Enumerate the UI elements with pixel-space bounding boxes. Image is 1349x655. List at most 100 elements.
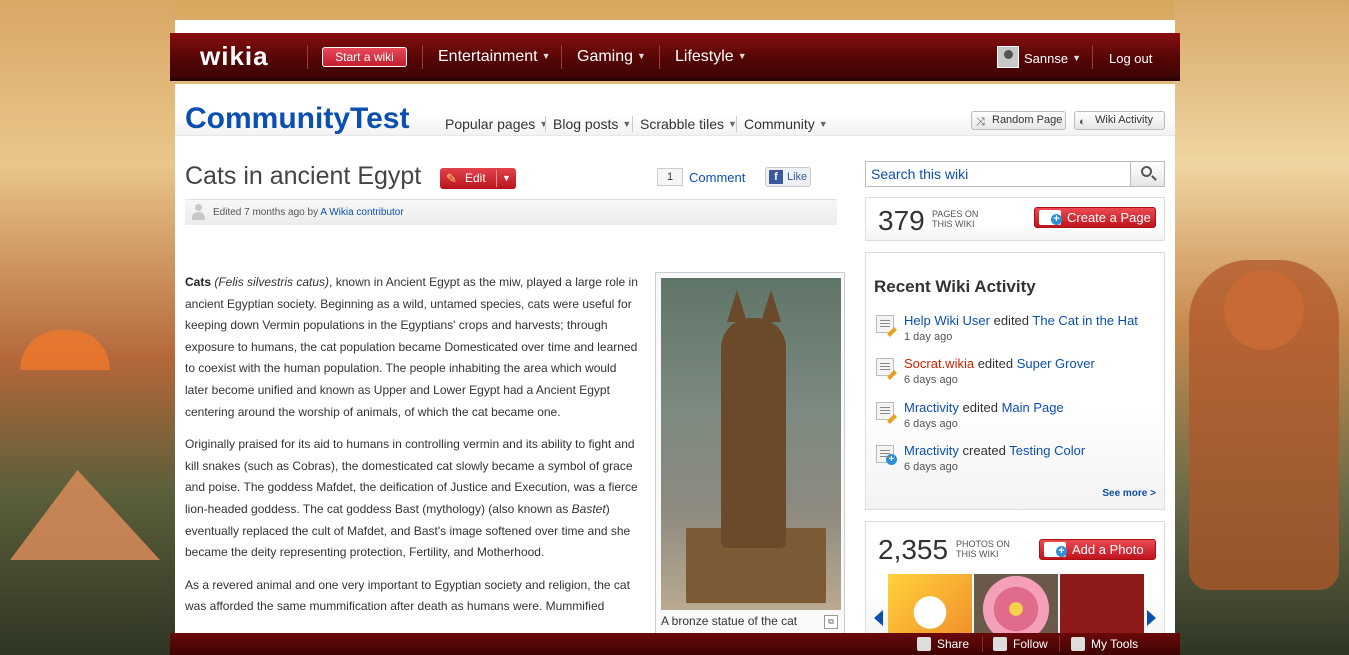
article-bold-term: Cats	[185, 275, 212, 289]
pages-count: 379	[878, 205, 925, 236]
nav-item-label: Gaming	[577, 48, 634, 65]
flag-icon	[993, 637, 1007, 651]
article-thumbnail[interactable]: A bronze statue of the cat ⧉	[655, 272, 845, 642]
article-italic-term: Bastet	[571, 501, 606, 516]
wiki-nav-separator	[545, 116, 546, 132]
random-page-button[interactable]: ⤨ Random Page	[971, 111, 1066, 130]
button-divider	[496, 170, 497, 187]
follow-button[interactable]: Follow	[993, 637, 1048, 651]
user-menu[interactable]: Sannse ▼	[1024, 51, 1081, 66]
nav-item-label: Entertainment	[438, 48, 538, 65]
share-label: Share	[937, 637, 970, 651]
previous-arrow-icon[interactable]	[874, 610, 883, 626]
chevron-down-icon: ▼	[622, 119, 632, 129]
page-content: CommunityTest Popular pages ▼ Blog posts ▼…	[175, 84, 1175, 644]
wikia-logo[interactable]: wikia	[200, 41, 269, 72]
nav-item-entertainment[interactable]: Entertainment ▼	[438, 48, 551, 66]
tent-art	[10, 470, 160, 560]
chevron-down-icon: ▼	[637, 51, 646, 61]
thumbnail-caption: A bronze statue of the cat	[661, 614, 798, 628]
article-paragraph: Originally praised for its aid to humans…	[185, 434, 640, 564]
facebook-like-button[interactable]: f Like	[765, 167, 811, 187]
nav-item-lifestyle[interactable]: Lifestyle ▼	[675, 48, 747, 66]
pages-label: PAGES ON	[932, 209, 979, 219]
next-arrow-icon[interactable]	[1147, 610, 1156, 626]
my-tools-label: My Tools	[1091, 637, 1139, 651]
avatar[interactable]	[997, 46, 1019, 68]
wiki-header: CommunityTest Popular pages ▼ Blog posts ▼…	[175, 84, 1175, 136]
share-button[interactable]: Share	[917, 637, 969, 651]
edit-page-icon	[876, 315, 897, 337]
logout-link[interactable]: Log out	[1109, 51, 1152, 66]
activity-page-link[interactable]: Main Page	[1002, 400, 1064, 415]
comment-link[interactable]: Comment	[689, 170, 745, 185]
comment-count-badge[interactable]: 1	[657, 168, 683, 186]
edit-label: Edit	[465, 171, 486, 185]
bottom-toolbar: Share Follow My Tools	[170, 633, 1180, 655]
global-nav: wikia Start a wiki Entertainment ▼ Gaming…	[170, 33, 1180, 81]
activity-user-link[interactable]: Mractivity	[904, 443, 959, 458]
wiki-nav-label: Popular pages	[445, 116, 536, 132]
activity-time: 6 days ago	[904, 418, 958, 430]
search-input[interactable]	[866, 162, 1130, 186]
cat-statue-image[interactable]	[661, 278, 841, 610]
see-more-link[interactable]: See more >	[1102, 488, 1156, 499]
activity-line: Mractivity created Testing Color	[904, 443, 1085, 458]
my-tools-button[interactable]: My Tools	[1071, 637, 1138, 651]
wiki-nav-blog-posts[interactable]: Blog posts ▼	[553, 116, 631, 132]
activity-user-link[interactable]: Mractivity	[904, 400, 959, 415]
activity-page-link[interactable]: Super Grover	[1017, 356, 1095, 371]
activity-line: Mractivity edited Main Page	[904, 400, 1064, 415]
wiki-title[interactable]: CommunityTest	[185, 102, 409, 136]
activity-page-link[interactable]: The Cat in the Hat	[1032, 313, 1138, 328]
edit-page-icon	[876, 358, 897, 380]
article-italic-term: (Felis silvestris catus)	[214, 275, 330, 289]
activity-action: edited	[962, 400, 998, 415]
create-page-button[interactable]: Create a Page	[1034, 207, 1156, 228]
nav-separator	[659, 45, 660, 69]
start-wiki-button[interactable]: Start a wiki	[322, 47, 407, 67]
activity-line: Socrat.wikia edited Super Grover	[904, 356, 1095, 371]
wiki-nav-scrabble-tiles[interactable]: Scrabble tiles ▼	[640, 116, 737, 132]
facebook-icon: f	[769, 170, 783, 184]
chevron-down-icon[interactable]: ▼	[502, 168, 511, 188]
add-photo-button[interactable]: Add a Photo	[1039, 539, 1156, 560]
wiki-nav-popular-pages[interactable]: Popular pages ▼	[445, 116, 548, 132]
recent-activity-title: Recent Wiki Activity	[874, 277, 1036, 296]
enlarge-icon[interactable]: ⧉	[824, 615, 838, 629]
recent-activity-module: Recent Wiki Activity Help Wiki User edit…	[865, 252, 1165, 510]
activity-user-link[interactable]: Socrat.wikia	[904, 356, 974, 371]
photos-count: 2,355	[878, 534, 949, 565]
nav-separator	[422, 45, 423, 69]
activity-page-link[interactable]: Testing Color	[1009, 443, 1085, 458]
edited-prefix: Edited 7 months ago by	[213, 207, 319, 218]
share-icon	[917, 637, 931, 651]
photos-label: THIS WIKI	[956, 549, 999, 559]
toolbar-separator	[1059, 636, 1060, 652]
wiki-nav-label: Community	[744, 116, 815, 132]
wiki-activity-button[interactable]: ◐ Wiki Activity	[1074, 111, 1165, 130]
article-text: Originally praised for its aid to humans…	[185, 437, 638, 516]
contributor-link[interactable]: A Wikia contributor	[320, 207, 403, 218]
article-text: As a revered animal and one very importa…	[185, 577, 630, 614]
nav-separator	[307, 45, 308, 69]
nav-item-gaming[interactable]: Gaming ▼	[577, 48, 646, 66]
search-button[interactable]	[1130, 162, 1164, 186]
article-body: Cats (Felis silvestris catus), known in …	[185, 272, 640, 629]
edit-button[interactable]: ✎ Edit ▼	[440, 168, 516, 189]
new-page-icon: +	[876, 445, 897, 465]
wiki-nav-separator	[632, 116, 633, 132]
activity-action: created	[962, 443, 1006, 458]
activity-user-link[interactable]: Help Wiki User	[904, 313, 990, 328]
chevron-down-icon: ▼	[541, 51, 551, 61]
activity-line: Help Wiki User edited The Cat in the Hat	[904, 313, 1138, 328]
pages-label: THIS WIKI	[932, 219, 975, 229]
cat-ear-art	[727, 290, 747, 322]
chevron-down-icon: ▼	[737, 51, 747, 61]
article-paragraph: Cats (Felis silvestris catus), known in …	[185, 272, 640, 423]
wiki-nav-community[interactable]: Community ▼	[744, 116, 828, 132]
sunset-art	[20, 330, 110, 370]
user-name: Sannse	[1024, 51, 1069, 66]
nav-separator	[561, 45, 562, 69]
plus-icon: +	[886, 454, 897, 465]
